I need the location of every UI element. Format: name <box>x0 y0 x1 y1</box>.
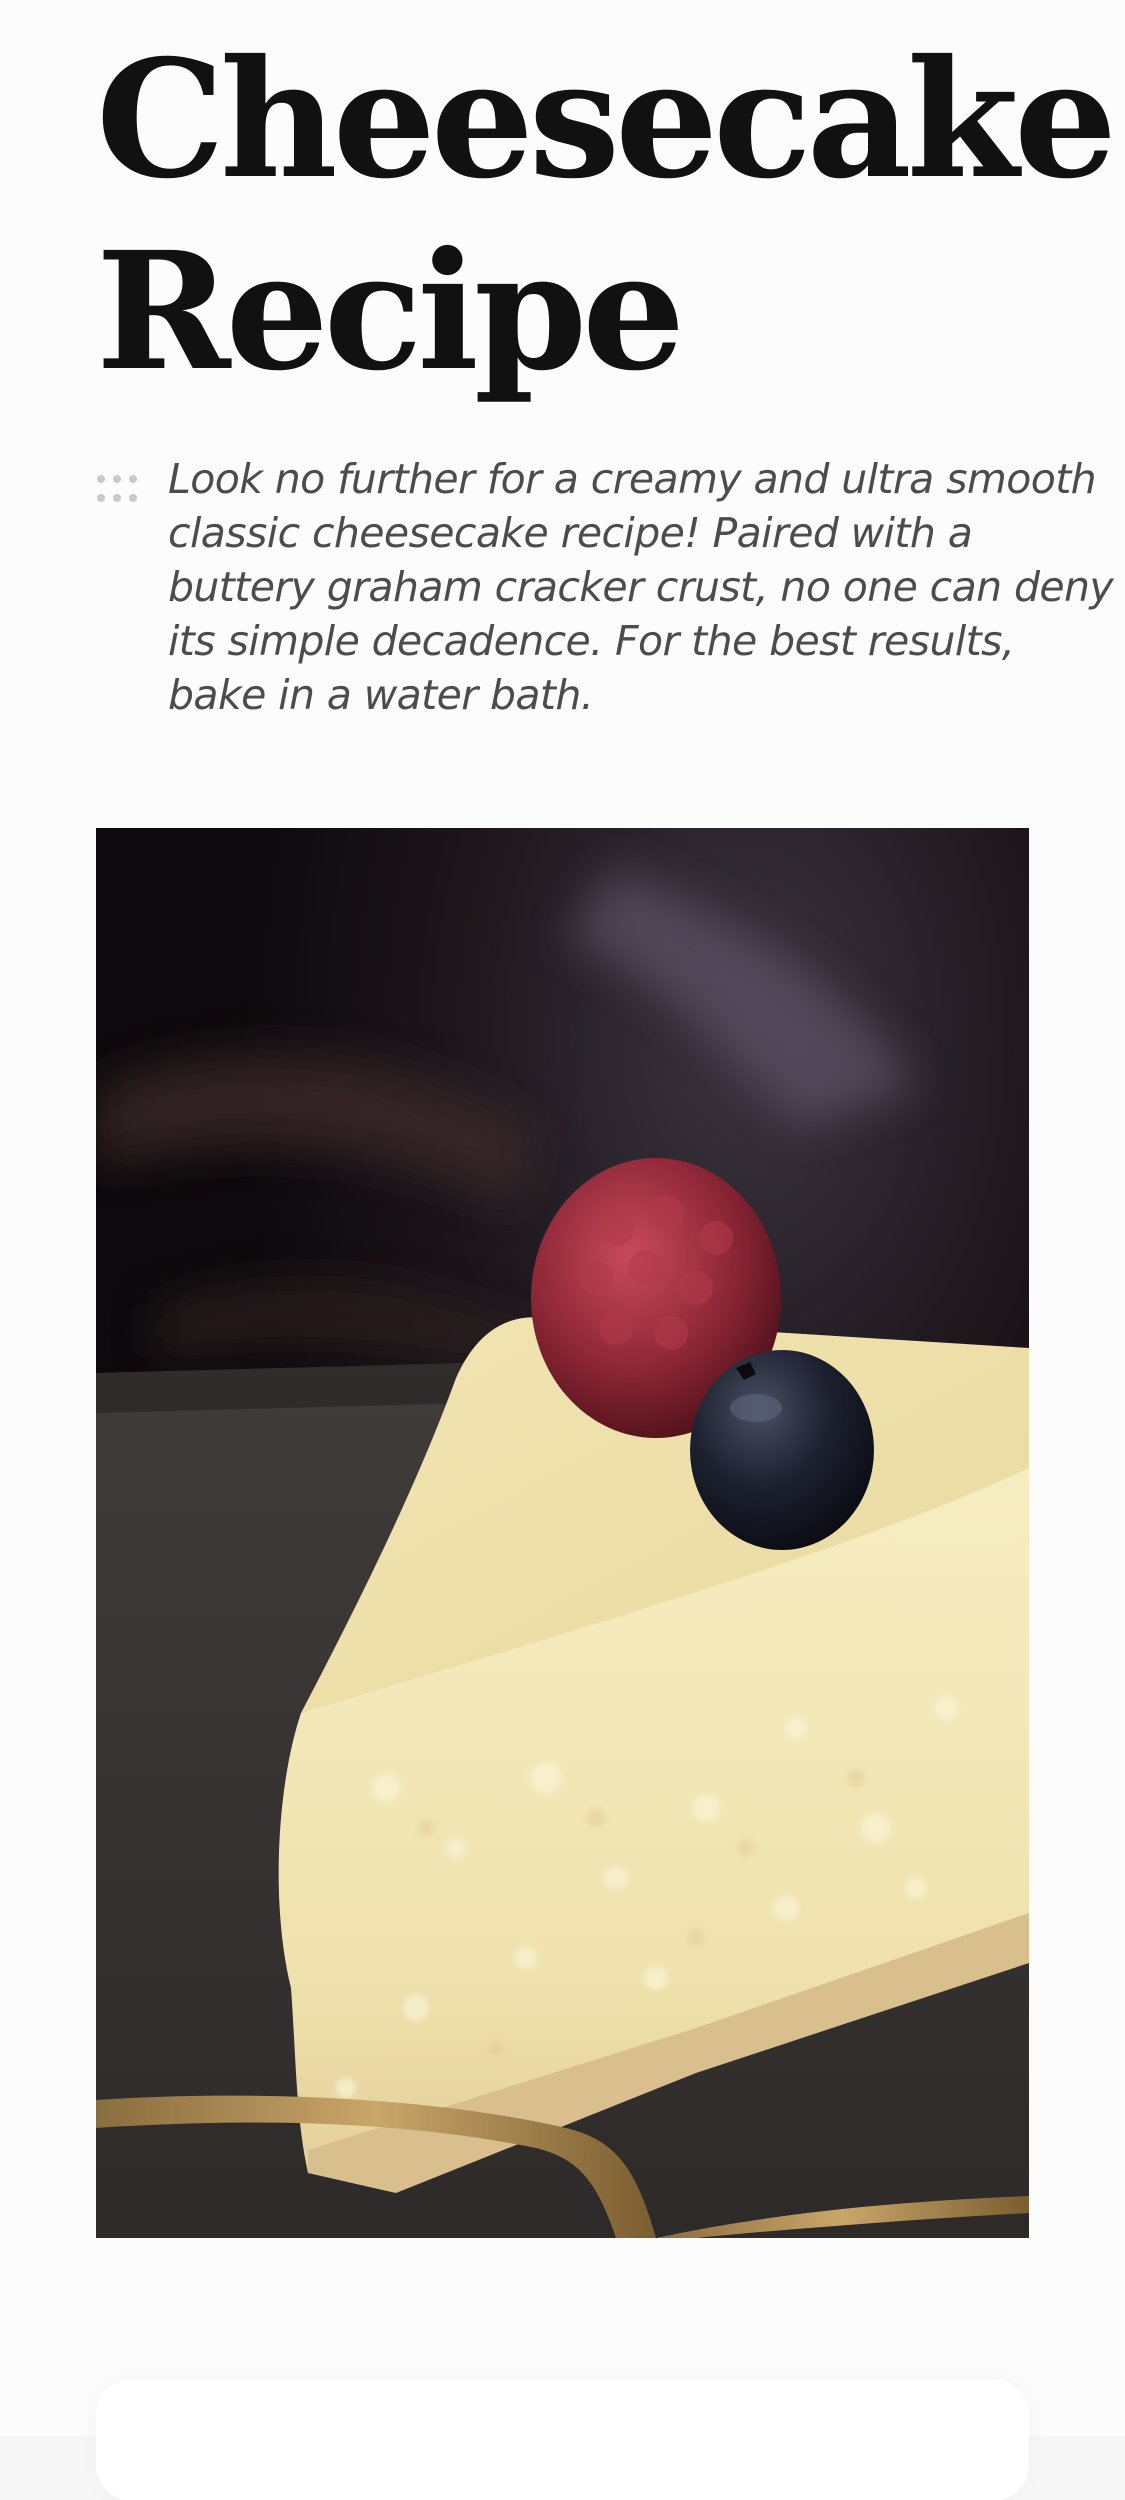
recipe-page: Cheesecake Recipe Look no further for a … <box>0 0 1125 2500</box>
title-line-1: Cheesecake <box>96 25 1117 215</box>
intro-text: Look no further for a creamy and ultra s… <box>168 455 1114 719</box>
recipe-card <box>96 2380 1029 2500</box>
cheesecake-photo <box>96 828 1029 2238</box>
title-line-2: Recipe <box>96 217 685 407</box>
drag-handle-icon[interactable] <box>96 474 138 504</box>
intro-block: Look no further for a creamy and ultra s… <box>96 452 1114 782</box>
page-title: Cheesecake Recipe <box>96 24 1117 408</box>
